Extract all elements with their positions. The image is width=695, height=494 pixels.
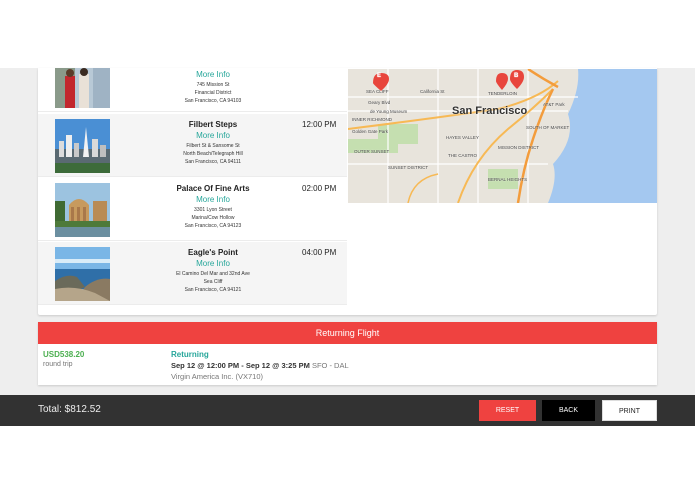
itinerary-card: More Info 745 Mission St Financial Distr…	[38, 68, 657, 315]
place-item: More Info 745 Mission St Financial Distr…	[38, 68, 347, 112]
place-item: Palace Of Fine Arts More Info 3301 Lyon …	[38, 178, 347, 241]
place-photo	[55, 247, 110, 301]
place-info: Eagle's Point More Info El Camino Del Ma…	[148, 248, 278, 294]
place-address: 745 Mission St Financial District San Fr…	[184, 82, 242, 104]
total-price: Total: $812.52	[38, 404, 101, 415]
place-info: Filbert Steps More Info Filbert St & San…	[148, 120, 278, 166]
place-info: Palace Of Fine Arts More Info 3301 Lyon …	[148, 184, 278, 230]
place-item: Filbert Steps More Info Filbert St & San…	[38, 114, 347, 177]
reset-button[interactable]: RESET	[479, 400, 536, 421]
route-map[interactable]: E B San Francisco Geary Blvd California …	[348, 69, 657, 203]
place-photo	[55, 119, 110, 173]
flight-price: USD538.20	[43, 350, 85, 359]
place-name: Palace Of Fine Arts	[176, 184, 250, 193]
back-button[interactable]: BACK	[542, 400, 595, 421]
more-info-link[interactable]: More Info	[148, 70, 278, 79]
returning-flight-header: Returning Flight	[38, 322, 657, 344]
place-item: Eagle's Point More Info El Camino Del Ma…	[38, 242, 347, 305]
place-address: Filbert St & Sansome St North Beach/Tele…	[183, 143, 243, 165]
more-info-link[interactable]: More Info	[148, 259, 278, 268]
place-photo	[55, 183, 110, 237]
viewport: More Info 745 Mission St Financial Distr…	[0, 68, 695, 426]
place-name: Filbert Steps	[188, 120, 238, 129]
place-address: 3301 Lyon Street Marina/Cow Hollow San F…	[184, 207, 242, 229]
place-time: 04:00 PM	[302, 248, 337, 257]
returning-label: Returning	[171, 350, 209, 359]
map-city-label: San Francisco	[452, 105, 528, 117]
place-time: 12:00 PM	[302, 120, 337, 129]
trip-type: round trip	[43, 361, 73, 368]
footer-bar: Total: $812.52 RESET BACK PRINT	[0, 395, 695, 426]
more-info-link[interactable]: More Info	[148, 195, 278, 204]
place-name: Eagle's Point	[188, 248, 238, 257]
place-photo	[55, 68, 110, 108]
print-button[interactable]: PRINT	[602, 400, 657, 421]
flight-schedule: Sep 12 @ 12:00 PM - Sep 12 @ 3:25 PM SFO…	[171, 361, 349, 370]
place-info: More Info 745 Mission St Financial Distr…	[148, 68, 278, 105]
more-info-link[interactable]: More Info	[148, 131, 278, 140]
place-address: El Camino Del Mar and 32nd Ave Sea Cliff…	[176, 271, 250, 293]
place-time: 02:00 PM	[302, 184, 337, 193]
flight-route: SFO - DAL	[311, 361, 349, 370]
returning-flight-card: Returning Flight USD538.20 round trip Re…	[38, 322, 657, 385]
flight-airline: Virgin America Inc. (VX710)	[171, 372, 263, 381]
